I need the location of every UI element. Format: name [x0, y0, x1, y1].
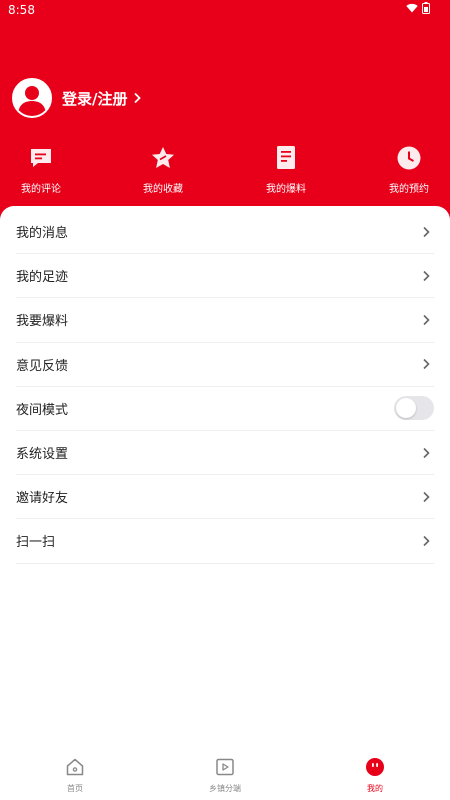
nav-tab-home[interactable]: 首页 [25, 756, 125, 794]
star-icon [152, 147, 174, 168]
menu-item-messages[interactable]: 我的消息 [16, 210, 434, 255]
menu-item-label: 邀请好友 [16, 491, 69, 507]
nav-tab-township[interactable]: 乡镇分端 [175, 756, 275, 794]
menu-item-label: 扫一扫 [16, 535, 56, 551]
home-icon [66, 758, 84, 776]
menu-item-label: 夜间模式 [16, 402, 69, 418]
quick-action-tipoffs[interactable]: 我的爆料 [241, 144, 331, 195]
video-icon [216, 758, 234, 776]
menu-item-scan[interactable]: 扫一扫 [16, 519, 434, 564]
login-entry[interactable]: 登录/注册 [12, 78, 142, 118]
menu-item-night-mode: 夜间模式 [16, 387, 434, 431]
menu-sheet: 我的消息 我的足迹 我要爆料 意见反馈 夜间模式 系统设置 邀请好友 扫一扫 [0, 206, 450, 750]
menu-item-label: 意见反馈 [16, 358, 69, 374]
settings-menu: 我的消息 我的足迹 我要爆料 意见反馈 夜间模式 系统设置 邀请好友 扫一扫 [16, 210, 434, 564]
quick-action-favorites[interactable]: 我的收藏 [118, 144, 208, 195]
nav-tab-mine[interactable]: 我的 [325, 756, 425, 794]
status-time: 8:58 [8, 3, 35, 17]
menu-item-feedback[interactable]: 意见反馈 [16, 343, 434, 387]
night-mode-toggle[interactable] [394, 396, 434, 421]
menu-item-invite-friends[interactable]: 邀请好友 [16, 475, 434, 520]
document-icon [277, 146, 295, 169]
quick-actions: 我的评论 我的收藏 我的爆料 我的预约 [0, 144, 450, 196]
quick-action-label: 我的爆料 [266, 184, 306, 195]
mine-icon [366, 758, 384, 776]
login-register-link[interactable]: 登录/注册 [62, 88, 127, 109]
menu-item-footprints[interactable]: 我的足迹 [16, 254, 434, 299]
header-banner: 8:58 登录/注册 我的评论 我的收藏 我的爆料 我的预约 [0, 0, 450, 230]
clock-icon [397, 146, 421, 170]
menu-item-label: 我的消息 [16, 226, 69, 242]
quick-action-comments[interactable]: 我的评论 [0, 144, 86, 195]
quick-action-label: 我的收藏 [143, 184, 183, 195]
wifi-icon [406, 3, 418, 13]
quick-action-reservations[interactable]: 我的预约 [364, 144, 450, 195]
menu-item-label: 我的足迹 [16, 270, 69, 286]
status-bar: 8:58 [0, 0, 450, 20]
quick-action-label: 我的评论 [21, 184, 61, 195]
battery-icon [422, 2, 430, 14]
nav-tab-label: 乡镇分端 [209, 784, 241, 793]
menu-item-label: 我要爆料 [16, 314, 69, 330]
user-avatar-icon [18, 86, 46, 116]
chevron-right-icon [422, 314, 430, 326]
toggle-knob [396, 398, 416, 419]
chevron-right-icon [422, 535, 430, 547]
chevron-right-icon [422, 491, 430, 503]
chevron-right-icon [422, 270, 430, 282]
menu-item-settings[interactable]: 系统设置 [16, 431, 434, 476]
chevron-right-icon [133, 92, 142, 104]
comment-icon [31, 149, 51, 167]
chevron-right-icon [422, 226, 430, 238]
chevron-right-icon [422, 358, 430, 370]
nav-tab-label: 我的 [367, 784, 383, 793]
nav-tab-label: 首页 [67, 784, 83, 793]
avatar[interactable] [12, 78, 52, 118]
menu-item-submit-tip[interactable]: 我要爆料 [16, 298, 434, 343]
quick-action-label: 我的预约 [389, 184, 429, 195]
menu-item-label: 系统设置 [16, 447, 69, 463]
bottom-nav: 首页 乡镇分端 我的 [0, 750, 450, 800]
status-icons [406, 2, 430, 14]
chevron-right-icon [422, 447, 430, 459]
